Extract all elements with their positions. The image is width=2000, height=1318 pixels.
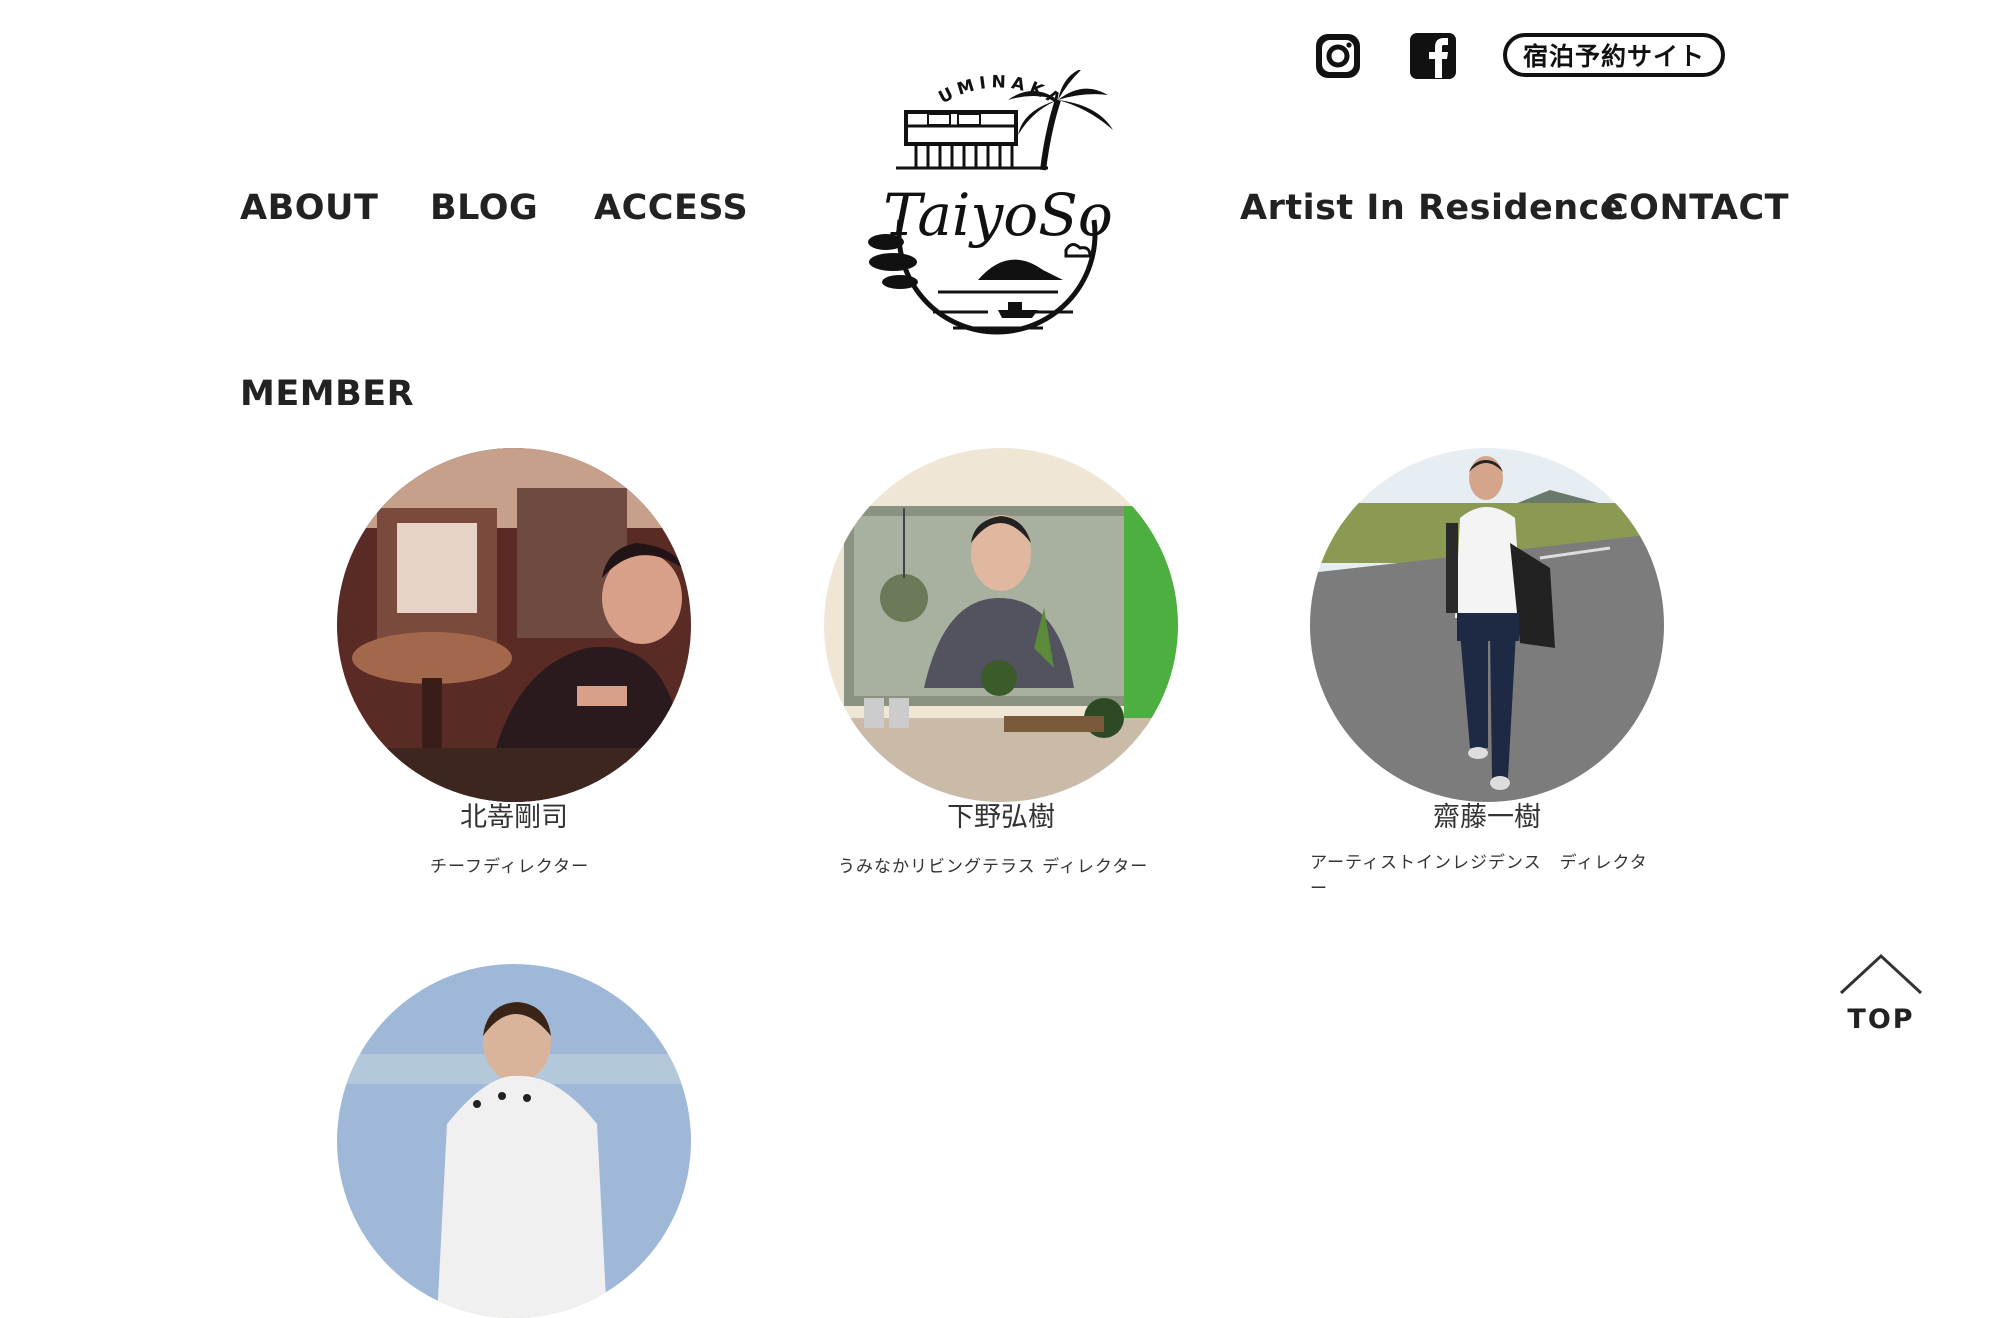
section-title: MEMBER (240, 374, 415, 414)
svg-text:UMINAKA: UMINAKA (936, 72, 1069, 112)
logo-uminaka-text: UMINAKA (936, 72, 1064, 112)
chevron-up-icon (1839, 953, 1923, 995)
member-name: 齋藤一樹 (1433, 802, 1541, 833)
nav-access[interactable]: ACCESS (594, 186, 748, 230)
back-to-top-label: TOP (1847, 1004, 1915, 1035)
member-photo (824, 448, 1178, 802)
member-role: うみなかリビングテラス ディレクター (838, 857, 1149, 877)
member-role: チーフディレクター (430, 857, 590, 877)
member-role: アーティストインレジデンス ディレクター (1310, 853, 1648, 899)
facebook-icon[interactable] (1407, 30, 1459, 82)
nav-about[interactable]: ABOUT (240, 186, 378, 230)
member-photo (1310, 448, 1664, 802)
nav-artist-in-residence[interactable]: Artist In Residence (1240, 186, 1624, 230)
instagram-icon[interactable] (1312, 30, 1364, 82)
member-name: 下野弘樹 (947, 802, 1055, 833)
logo-taiyoso-text: TaiyoSo (883, 181, 1113, 249)
member-photo (337, 448, 691, 802)
booking-site-button[interactable]: 宿泊予約サイト (1503, 33, 1725, 77)
nav-contact[interactable]: CONTACT (1603, 186, 1789, 230)
back-to-top-button[interactable]: TOP (1836, 948, 1926, 1038)
site-logo[interactable]: UMINAKA TaiyoSo (858, 70, 1138, 350)
member-name: 北嵜剛司 (460, 802, 568, 833)
nav-blog[interactable]: BLOG (430, 186, 538, 230)
member-photo (337, 964, 691, 1318)
